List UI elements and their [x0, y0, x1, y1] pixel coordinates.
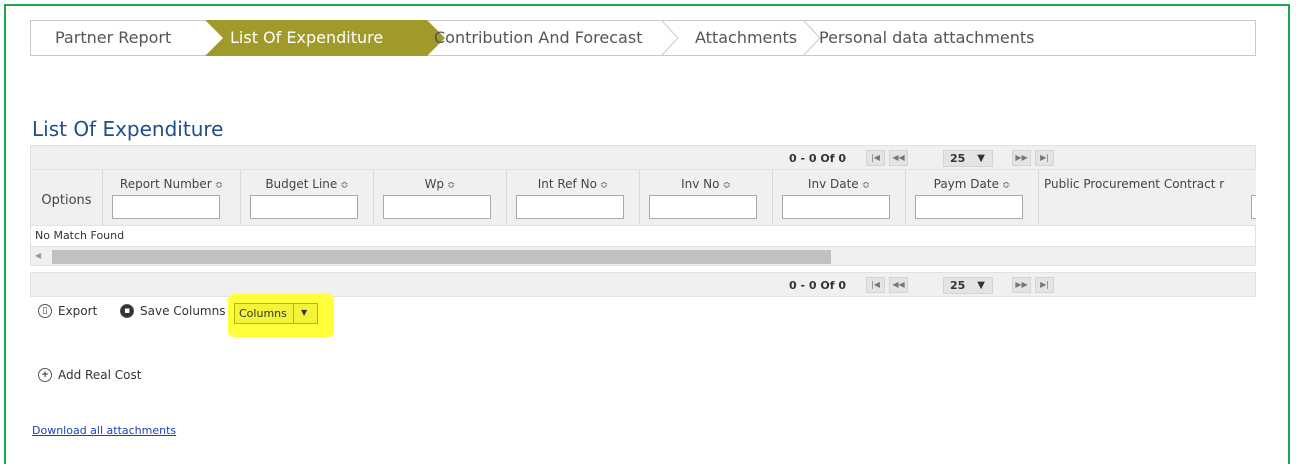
wp-filter-input[interactable]	[383, 195, 491, 219]
scrollbar-thumb[interactable]	[52, 250, 831, 264]
columns-dropdown-button[interactable]: Columns ▼	[234, 303, 318, 324]
column-header-paym-date[interactable]: Paym Date ≎	[906, 170, 1039, 225]
download-all-attachments-link[interactable]: Download all attachments	[32, 424, 176, 437]
next-page-button[interactable]: ▶▶	[1012, 277, 1031, 293]
paym-date-filter-input[interactable]	[915, 195, 1023, 219]
tab-partner-report[interactable]: Partner Report	[55, 21, 171, 55]
sort-icon[interactable]: ≎	[600, 180, 608, 191]
expenditure-grid: 0 - 0 Of 0 |◀ ◀◀ 25 ▼ ▶▶ ▶| Options Repor…	[30, 145, 1256, 297]
sort-icon[interactable]: ≎	[215, 180, 223, 191]
sort-icon[interactable]: ≎	[723, 180, 731, 191]
chevron-down-icon: ▼	[301, 308, 308, 317]
document-icon: ▯	[38, 304, 52, 318]
prev-page-button[interactable]: ◀◀	[889, 277, 908, 293]
chevron-down-icon: ▼	[977, 153, 985, 164]
last-page-button[interactable]: ▶|	[1035, 150, 1054, 166]
first-page-button[interactable]: |◀	[866, 277, 885, 293]
column-header-inv-no[interactable]: Inv No ≎	[640, 170, 773, 225]
tab-list-of-expenditure[interactable]: List Of Expenditure	[230, 21, 383, 55]
budget-line-filter-input[interactable]	[250, 195, 358, 219]
page-title: List Of Expenditure	[32, 117, 224, 141]
report-number-filter-input[interactable]	[112, 195, 220, 219]
tab-contribution-and-forecast[interactable]: Contribution And Forecast	[434, 21, 642, 55]
sort-icon[interactable]: ≎	[340, 180, 348, 191]
inv-no-filter-input[interactable]	[649, 195, 757, 219]
inv-date-filter-input[interactable]	[782, 195, 890, 219]
tab-personal-data-attachments[interactable]: Personal data attachments	[819, 21, 1035, 55]
sort-icon[interactable]: ≎	[1002, 180, 1010, 191]
chevron-separator-icon	[803, 21, 821, 55]
public-procurement-filter-input[interactable]	[1251, 195, 1256, 219]
first-page-button[interactable]: |◀	[866, 150, 885, 166]
report-stepper: Partner Report List Of Expenditure Contr…	[30, 20, 1256, 56]
sort-icon[interactable]: ≎	[862, 180, 870, 191]
last-page-button[interactable]: ▶|	[1035, 277, 1054, 293]
pager-info: 0 - 0 Of 0	[789, 279, 846, 292]
empty-message: No Match Found	[30, 226, 1256, 247]
add-real-cost-button[interactable]: + Add Real Cost	[38, 368, 141, 382]
column-header-wp[interactable]: Wp ≎	[374, 170, 507, 225]
column-header-budget-line[interactable]: Budget Line ≎	[241, 170, 374, 225]
save-columns-button[interactable]: ▪ Save Columns	[120, 304, 225, 318]
column-header-public-procurement-contract[interactable]: Public Procurement Contract r	[1039, 170, 1256, 225]
column-header-report-number[interactable]: Report Number ≎	[103, 170, 241, 225]
grid-header: Options Report Number ≎ Budget Line ≎ Wp ≎ …	[30, 170, 1256, 226]
next-page-button[interactable]: ▶▶	[1012, 150, 1031, 166]
sort-icon[interactable]: ≎	[447, 180, 455, 191]
chevron-down-icon: ▼	[977, 280, 985, 291]
bottom-pager: 0 - 0 Of 0 |◀ ◀◀ 25 ▼ ▶▶ ▶|	[30, 272, 1256, 297]
prev-page-button[interactable]: ◀◀	[889, 150, 908, 166]
chevron-separator-icon	[661, 21, 679, 55]
horizontal-scrollbar[interactable]: ◀	[30, 247, 1256, 266]
top-pager: 0 - 0 Of 0 |◀ ◀◀ 25 ▼ ▶▶ ▶|	[30, 145, 1256, 170]
pager-info: 0 - 0 Of 0	[789, 152, 846, 165]
save-icon: ▪	[120, 304, 134, 318]
column-header-options: Options	[31, 170, 103, 225]
plus-icon: +	[38, 368, 52, 382]
column-header-inv-date[interactable]: Inv Date ≎	[773, 170, 906, 225]
page-size-select[interactable]: 25 ▼	[943, 277, 993, 294]
column-header-int-ref-no[interactable]: Int Ref No ≎	[507, 170, 640, 225]
export-button[interactable]: ▯ Export	[38, 304, 97, 318]
tab-attachments[interactable]: Attachments	[695, 21, 797, 55]
page-size-select[interactable]: 25 ▼	[943, 150, 993, 167]
int-ref-no-filter-input[interactable]	[516, 195, 624, 219]
scroll-left-icon[interactable]: ◀	[35, 251, 41, 260]
